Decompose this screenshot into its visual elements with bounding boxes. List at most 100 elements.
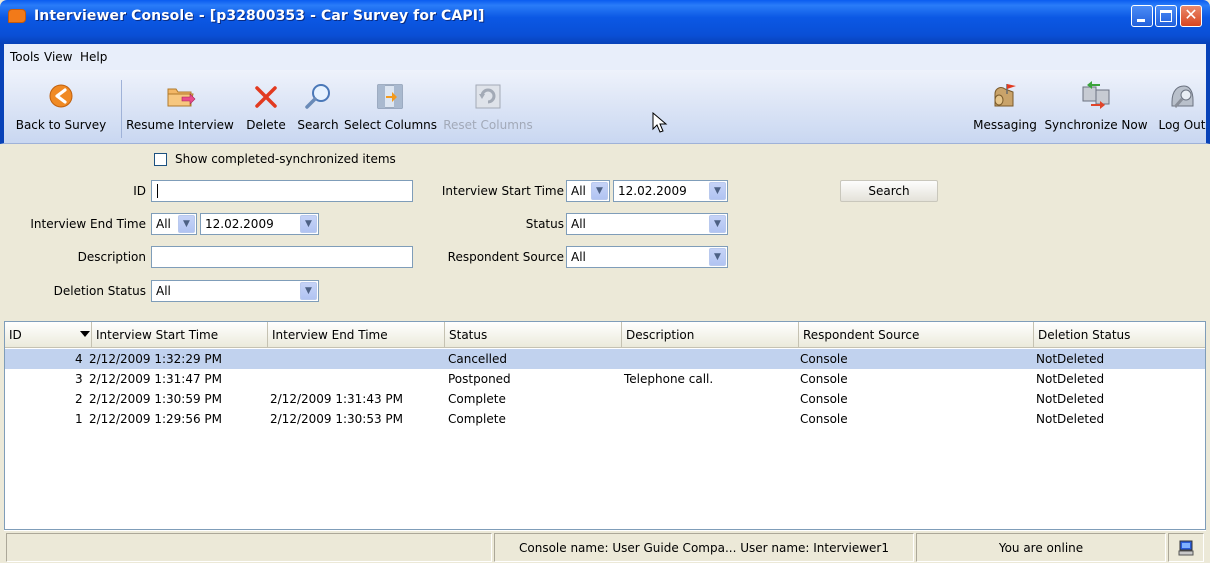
columns-icon: [377, 84, 403, 109]
menu-view[interactable]: View: [44, 50, 72, 64]
cell-id: 2: [75, 392, 83, 406]
magnifier-icon: [305, 84, 330, 109]
cell-deletion-status: NotDeleted: [1036, 412, 1105, 426]
mailbox-icon: [994, 84, 1016, 107]
title-bar[interactable]: Interviewer Console - [p32800353 - Car S…: [0, 0, 1210, 44]
cell-end-time: 2/12/2009 1:31:43 PM: [270, 392, 404, 406]
close-button[interactable]: ✕: [1180, 5, 1202, 27]
delete-x-icon: [255, 86, 277, 108]
table-header: ID Interview Start Time Interview End Ti…: [5, 322, 1205, 348]
table-row[interactable]: 4 2/12/2009 1:32:29 PM Cancelled Console…: [5, 349, 1205, 369]
text-caret: [157, 184, 158, 198]
description-label: Description: [77, 250, 146, 264]
chevron-down-icon: ▼: [709, 182, 726, 200]
log-out-label: Log Out: [1158, 118, 1206, 132]
chevron-down-icon: ▼: [300, 215, 317, 233]
end-time-mode-value: All: [156, 217, 171, 231]
maximize-button[interactable]: [1155, 5, 1177, 27]
column-header-description[interactable]: Description: [622, 322, 799, 348]
end-time-label: Interview End Time: [30, 217, 146, 231]
cell-description: Telephone call.: [624, 372, 714, 386]
maximize-icon: [1160, 10, 1172, 22]
cell-deletion-status: NotDeleted: [1036, 392, 1105, 406]
delete-label: Delete: [246, 118, 286, 132]
messaging-button[interactable]: Messaging: [970, 70, 1040, 144]
status-bar: Console name: User Guide Compa... User n…: [4, 530, 1206, 563]
deletion-status-label: Deletion Status: [53, 284, 146, 298]
end-time-date-dropdown[interactable]: 12.02.2009 ▼: [200, 213, 319, 235]
synchronize-now-label: Synchronize Now: [1044, 118, 1148, 132]
interviews-table: ID Interview Start Time Interview End Ti…: [4, 321, 1206, 530]
column-header-status[interactable]: Status: [445, 322, 622, 348]
column-header-start-time[interactable]: Interview Start Time: [92, 322, 268, 348]
delete-button[interactable]: Delete: [242, 70, 290, 144]
back-arrow-icon: [49, 84, 73, 108]
cell-start-time: 2/12/2009 1:32:29 PM: [89, 352, 223, 366]
search-toolbar-button[interactable]: Search: [292, 70, 344, 144]
deletion-status-dropdown[interactable]: All ▼: [151, 280, 319, 302]
chevron-down-icon: ▼: [178, 215, 195, 233]
synchronize-now-button[interactable]: Synchronize Now: [1042, 70, 1150, 144]
deletion-status-value: All: [156, 284, 171, 298]
show-completed-label: Show completed-synchronized items: [175, 152, 396, 166]
status-cell-empty: [6, 533, 492, 562]
menu-tools[interactable]: Tools: [10, 50, 40, 64]
reset-columns-icon: [475, 84, 501, 109]
mouse-cursor-icon: [652, 112, 668, 133]
cell-id: 4: [75, 352, 83, 366]
cell-end-time: 2/12/2009 1:30:53 PM: [270, 412, 404, 426]
status-value: All: [571, 217, 586, 231]
cell-start-time: 2/12/2009 1:30:59 PM: [89, 392, 223, 406]
table-row[interactable]: 1 2/12/2009 1:29:56 PM 2/12/2009 1:30:53…: [5, 409, 1205, 429]
chevron-down-icon: ▼: [709, 248, 726, 266]
cell-id: 1: [75, 412, 83, 426]
search-button[interactable]: Search: [840, 180, 938, 202]
minimize-icon: [1137, 19, 1145, 22]
id-input[interactable]: [151, 180, 413, 202]
respondent-source-dropdown[interactable]: All ▼: [566, 246, 728, 268]
column-header-deletion-status[interactable]: Deletion Status: [1034, 322, 1205, 348]
select-columns-button[interactable]: Select Columns: [344, 70, 437, 144]
end-time-mode-dropdown[interactable]: All ▼: [151, 213, 197, 235]
cell-deletion-status: NotDeleted: [1036, 352, 1105, 366]
resume-interview-button[interactable]: Resume Interview: [124, 70, 236, 144]
table-row[interactable]: 3 2/12/2009 1:31:47 PM Postponed Telepho…: [5, 369, 1205, 389]
show-completed-checkbox[interactable]: [154, 153, 167, 166]
id-label: ID: [133, 184, 146, 198]
online-status-icon-cell: [1168, 533, 1204, 562]
app-icon: [8, 9, 26, 23]
online-status: You are online: [916, 533, 1166, 562]
cell-status: Complete: [448, 392, 506, 406]
column-header-id[interactable]: ID: [5, 322, 92, 348]
cell-start-time: 2/12/2009 1:29:56 PM: [89, 412, 223, 426]
minimize-button[interactable]: [1131, 5, 1153, 27]
column-header-end-time[interactable]: Interview End Time: [268, 322, 445, 348]
column-header-respondent-source[interactable]: Respondent Source: [799, 322, 1034, 348]
cell-respondent-source: Console: [800, 392, 848, 406]
toolbar: Back to Survey Resume Interview Delete S…: [0, 70, 1210, 144]
close-icon: ✕: [1184, 5, 1198, 24]
start-time-mode-dropdown[interactable]: All ▼: [566, 180, 610, 202]
cell-deletion-status: NotDeleted: [1036, 372, 1105, 386]
start-time-label: Interview Start Time: [441, 184, 564, 198]
sync-computers-icon: [1082, 81, 1110, 109]
console-info: Console name: User Guide Compa... User n…: [494, 533, 914, 562]
cell-id: 3: [75, 372, 83, 386]
back-to-survey-label: Back to Survey: [15, 118, 107, 132]
menu-help[interactable]: Help: [80, 50, 107, 64]
description-input[interactable]: [151, 246, 413, 268]
status-dropdown[interactable]: All ▼: [566, 213, 728, 235]
reset-columns-label: Reset Columns: [443, 118, 533, 132]
cell-status: Postponed: [448, 372, 511, 386]
start-time-date-dropdown[interactable]: 12.02.2009 ▼: [613, 180, 728, 202]
cell-respondent-source: Console: [800, 412, 848, 426]
back-to-survey-button[interactable]: Back to Survey: [6, 70, 116, 144]
search-toolbar-label: Search: [297, 118, 339, 132]
log-out-button[interactable]: Log Out: [1154, 70, 1210, 144]
respondent-source-label: Respondent Source: [447, 250, 564, 264]
respondent-source-value: All: [571, 250, 586, 264]
chevron-down-icon: ▼: [709, 215, 726, 233]
reset-columns-button[interactable]: Reset Columns: [441, 70, 535, 144]
table-row[interactable]: 2 2/12/2009 1:30:59 PM 2/12/2009 1:31:43…: [5, 389, 1205, 409]
start-time-date-value: 12.02.2009: [618, 184, 687, 198]
